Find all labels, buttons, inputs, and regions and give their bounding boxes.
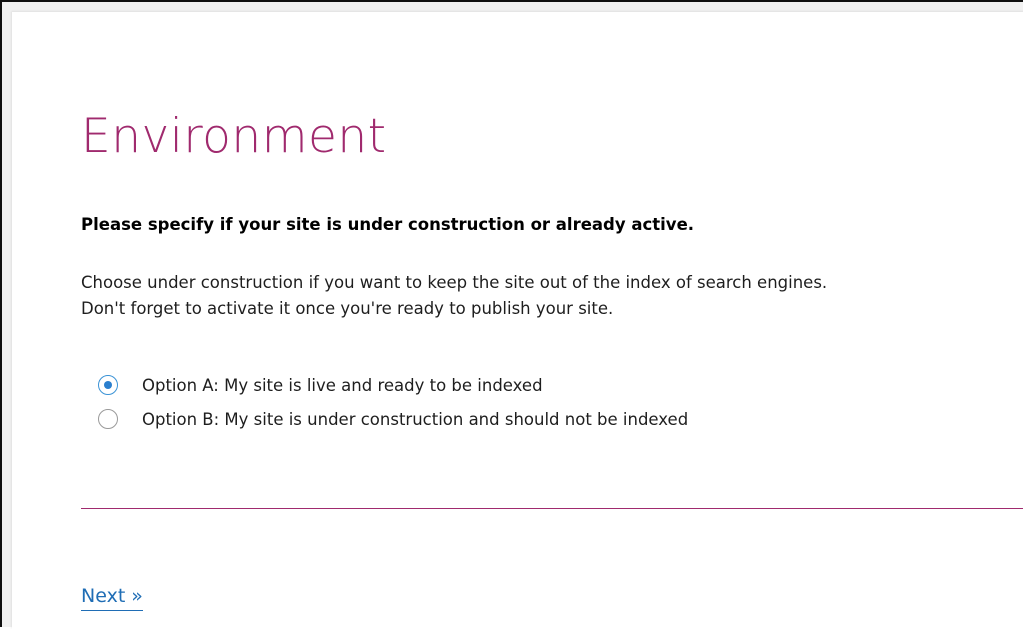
page-title: Environment	[81, 109, 387, 164]
option-a-live[interactable]: Option A: My site is live and ready to b…	[98, 368, 688, 402]
option-a-radio[interactable]	[98, 375, 118, 395]
section-divider	[81, 508, 1023, 509]
description-line-2: Don't forget to activate it once you're …	[81, 299, 614, 318]
option-b-under-construction[interactable]: Option B: My site is under construction …	[98, 402, 688, 436]
option-b-radio[interactable]	[98, 409, 118, 429]
question-text: Please specify if your site is under con…	[81, 215, 695, 234]
window-frame: Environment Please specify if your site …	[0, 0, 1023, 629]
environment-radio-group: Option A: My site is live and ready to b…	[98, 368, 688, 436]
description-text: Choose under construction if you want to…	[81, 270, 827, 322]
option-b-label[interactable]: Option B: My site is under construction …	[142, 410, 688, 429]
option-a-label[interactable]: Option A: My site is live and ready to b…	[142, 376, 543, 395]
description-line-1: Choose under construction if you want to…	[81, 273, 828, 292]
content-panel: Environment Please specify if your site …	[12, 12, 1023, 629]
next-link[interactable]: Next »	[81, 583, 143, 611]
